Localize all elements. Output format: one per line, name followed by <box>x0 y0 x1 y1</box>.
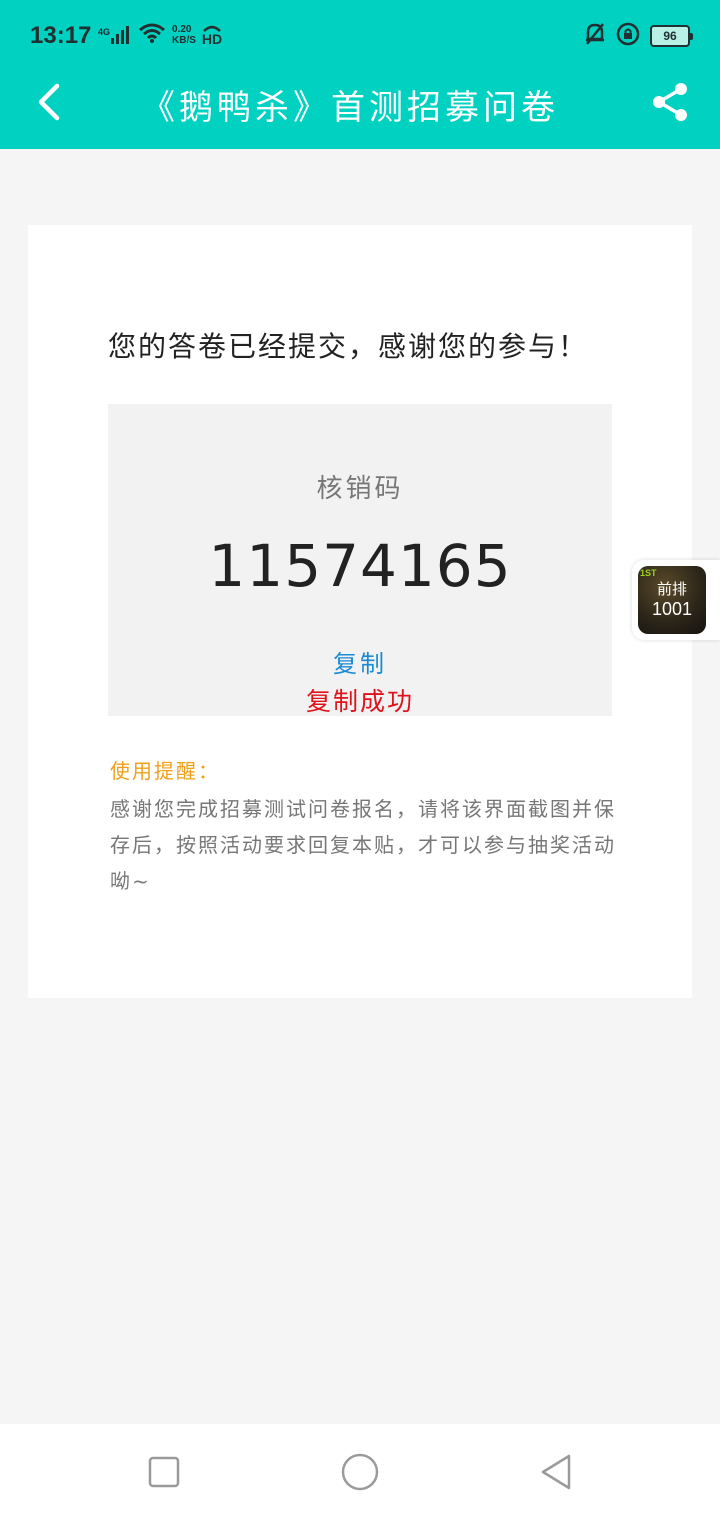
status-time: 13:17 <box>30 22 92 49</box>
widget-line2: 1001 <box>651 599 693 619</box>
code-value: 11574165 <box>208 532 512 600</box>
square-icon <box>148 1456 180 1488</box>
system-nav-bar <box>0 1424 720 1520</box>
net-speed-value: 0.20 <box>172 24 192 35</box>
triangle-back-icon <box>541 1454 571 1490</box>
code-label: 核销码 <box>316 474 404 504</box>
hd-icon: HD <box>202 24 222 46</box>
status-bar: 13:17 4G 0.20 KB/S HD 96 <box>0 0 720 72</box>
copy-status: 复制成功 <box>305 687 414 716</box>
circle-icon <box>341 1453 379 1491</box>
tip-text: 感谢您完成招募测试问卷报名，请将该界面截图并保存后，按照活动要求回复本贴，才可以… <box>110 797 616 893</box>
mute-bell-icon <box>584 22 606 50</box>
floating-widget[interactable]: 1ST 前排 1001 <box>632 560 720 640</box>
hd-label: HD <box>201 31 223 47</box>
verification-code-box: 核销码 11574165 复制 复制成功 <box>108 404 612 716</box>
back-nav-button[interactable] <box>526 1448 586 1496</box>
net-speed-unit: KB/S <box>172 35 196 46</box>
net-speed: 0.20 KB/S <box>172 24 196 46</box>
wifi-icon <box>138 22 166 48</box>
back-arrow-icon <box>38 83 60 121</box>
widget-image: 1ST 前排 1001 <box>638 566 706 634</box>
lock-rotation-icon <box>616 22 640 50</box>
result-card: 您的答卷已经提交，感谢您的参与！ 核销码 11574165 复制 复制成功 使用… <box>28 225 692 998</box>
status-left-icons: 4G 0.20 KB/S HD <box>98 22 222 48</box>
back-button[interactable] <box>26 78 74 126</box>
status-right-icons: 96 <box>584 22 693 50</box>
copy-button[interactable]: 复制 <box>310 644 410 679</box>
page-title: 《鹅鸭杀》首测招募问卷 <box>141 88 559 128</box>
success-message: 您的答卷已经提交，感谢您的参与！ <box>108 330 589 363</box>
network-type-label: 4G <box>98 27 111 37</box>
signal-icon: 4G <box>98 25 132 45</box>
widget-line1: 前排 <box>656 580 687 598</box>
share-button[interactable] <box>648 80 692 124</box>
title-bar: 《鹅鸭杀》首测招募问卷 <box>0 72 720 149</box>
tip-title: 使用提醒： <box>110 759 220 783</box>
app-header: 13:17 4G 0.20 KB/S HD 96 《鹅鸭杀》首测招募问卷 <box>0 0 720 149</box>
widget-badge: 1ST <box>640 568 657 578</box>
share-icon <box>653 83 687 121</box>
recent-apps-button[interactable] <box>134 1448 194 1496</box>
battery-level: 96 <box>663 29 677 43</box>
battery-icon: 96 <box>650 25 693 47</box>
home-button[interactable] <box>330 1448 390 1496</box>
